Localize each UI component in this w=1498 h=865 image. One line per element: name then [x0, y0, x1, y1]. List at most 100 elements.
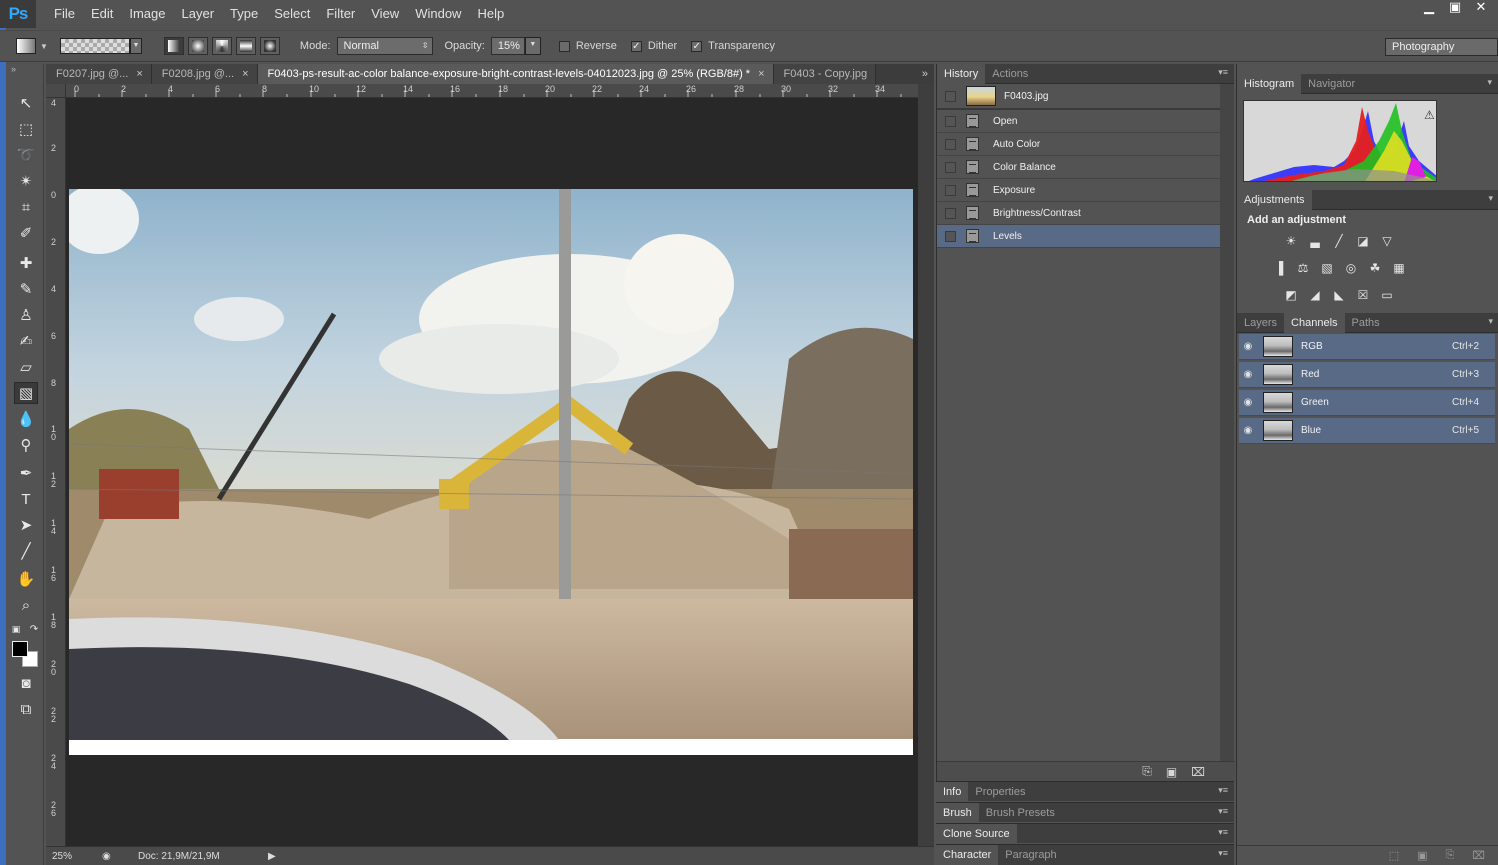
- channel-row-blue[interactable]: ◉ Blue Ctrl+5: [1239, 418, 1495, 444]
- document-image[interactable]: [69, 189, 913, 755]
- new-document-from-state-icon[interactable]: ⎘: [1142, 764, 1152, 779]
- trash-icon[interactable]: ⌧: [1472, 849, 1485, 862]
- eye-icon[interactable]: ◉: [1239, 341, 1257, 352]
- minimize-icon[interactable]: ▁: [1416, 0, 1442, 16]
- history-source-checkbox[interactable]: [945, 207, 956, 219]
- doc-tab-f0403-copy[interactable]: F0403 - Copy.jpg: [773, 64, 877, 84]
- zoom-level[interactable]: 25%: [52, 851, 92, 862]
- eyedropper-icon[interactable]: ✐: [14, 222, 38, 244]
- close-icon[interactable]: ×: [136, 64, 142, 84]
- swap-colors-icon[interactable]: ↷: [28, 618, 40, 640]
- color-balance-icon[interactable]: ⚖: [1295, 261, 1311, 275]
- gradient-tool-icon[interactable]: ▧: [14, 382, 38, 404]
- menu-file[interactable]: File: [46, 0, 83, 28]
- horizontal-ruler[interactable]: 0 2 4 6 8 10 12 14 16 18 20 22 24 26 28 …: [66, 84, 918, 98]
- transparency-option[interactable]: ✓ Transparency: [691, 40, 775, 52]
- hand-tool-icon[interactable]: ✋: [14, 568, 38, 590]
- marquee-tool-icon[interactable]: ⬚: [14, 118, 38, 140]
- healing-brush-icon[interactable]: ✚: [14, 252, 38, 274]
- tab-brush-presets[interactable]: Brush Presets: [979, 803, 1062, 823]
- tab-navigator[interactable]: Navigator: [1301, 74, 1362, 94]
- panel-menu-icon[interactable]: ▾≡: [1218, 785, 1228, 796]
- type-tool-icon[interactable]: T: [14, 488, 38, 510]
- selective-color-icon[interactable]: ☒: [1355, 288, 1371, 302]
- history-scrollbar[interactable]: [1220, 84, 1234, 761]
- history-source-checkbox[interactable]: [945, 138, 956, 150]
- eraser-icon[interactable]: ▱: [14, 356, 38, 378]
- exposure-icon[interactable]: ◪: [1355, 234, 1371, 248]
- zoom-tool-icon[interactable]: ⌕: [14, 594, 38, 616]
- menu-layer[interactable]: Layer: [174, 0, 223, 28]
- photo-filter-icon[interactable]: ◎: [1343, 261, 1359, 275]
- menu-select[interactable]: Select: [266, 0, 318, 28]
- channel-row-rgb[interactable]: ◉ RGB Ctrl+2: [1239, 334, 1495, 360]
- menu-window[interactable]: Window: [407, 0, 469, 28]
- tab-info[interactable]: Info: [936, 781, 969, 802]
- radial-gradient-button[interactable]: [187, 37, 208, 55]
- panel-menu-icon[interactable]: ▾≡: [1218, 827, 1228, 838]
- trash-icon[interactable]: ⌧: [1191, 765, 1205, 779]
- tab-history[interactable]: History: [937, 63, 986, 84]
- dither-option[interactable]: ✓ Dither: [630, 40, 677, 52]
- history-step-selected[interactable]: Levels: [937, 225, 1234, 248]
- pen-tool-icon[interactable]: ✒: [14, 462, 38, 484]
- tab-adjustments[interactable]: Adjustments: [1237, 189, 1312, 210]
- camera-icon[interactable]: ▣: [1166, 765, 1177, 779]
- default-colors-icon[interactable]: ▣: [10, 618, 22, 640]
- linear-gradient-button[interactable]: [163, 37, 184, 55]
- curves-icon[interactable]: ╱: [1331, 234, 1347, 248]
- line-tool-icon[interactable]: ╱: [14, 540, 38, 562]
- quick-mask-icon[interactable]: ◙: [14, 672, 38, 694]
- tab-properties[interactable]: Properties: [968, 782, 1032, 802]
- tool-preset-picker[interactable]: [16, 38, 36, 54]
- clone-stamp-icon[interactable]: ♙: [14, 304, 38, 326]
- menu-image[interactable]: Image: [121, 0, 173, 28]
- panel-menu-icon[interactable]: ▾≡: [1218, 67, 1228, 78]
- history-step[interactable]: Exposure: [937, 179, 1234, 202]
- chevron-down-icon[interactable]: ▼: [524, 37, 541, 55]
- tabs-overflow-icon[interactable]: »: [922, 64, 928, 84]
- transparency-checkbox[interactable]: ✓: [691, 40, 703, 52]
- path-selection-icon[interactable]: ➤: [14, 514, 38, 536]
- dodge-tool-icon[interactable]: ⚲: [14, 434, 38, 456]
- tab-clone-source[interactable]: Clone Source: [936, 823, 1017, 844]
- warning-icon[interactable]: ⚠: [1424, 108, 1435, 122]
- history-source-checkbox[interactable]: [945, 161, 956, 173]
- history-brush-icon[interactable]: ✍: [14, 330, 38, 352]
- diamond-gradient-button[interactable]: [259, 37, 280, 55]
- doc-tab-f0208[interactable]: F0208.jpg @... ×: [151, 64, 258, 84]
- screen-mode-icon[interactable]: ⧉: [14, 698, 38, 720]
- history-step[interactable]: Brightness/Contrast: [937, 202, 1234, 225]
- opacity-input[interactable]: 15%: [490, 37, 525, 55]
- history-snapshot[interactable]: F0403.jpg: [937, 84, 1234, 110]
- history-source-checkbox[interactable]: [945, 115, 956, 127]
- eye-icon[interactable]: ◉: [1239, 425, 1257, 436]
- close-icon[interactable]: ✕: [1468, 0, 1494, 16]
- status-info-icon[interactable]: ◉: [102, 851, 122, 862]
- new-channel-icon[interactable]: ⎘: [1446, 849, 1455, 862]
- channel-row-red[interactable]: ◉ Red Ctrl+3: [1239, 362, 1495, 388]
- reflected-gradient-button[interactable]: [235, 37, 256, 55]
- panel-menu-icon[interactable]: ▾≡: [1218, 806, 1228, 817]
- chevron-down-icon[interactable]: ▼: [129, 38, 142, 54]
- channel-mixer-icon[interactable]: ☘: [1367, 261, 1383, 275]
- brightness-icon[interactable]: ☀: [1283, 234, 1299, 248]
- tab-brush[interactable]: Brush: [936, 802, 979, 823]
- tab-layers[interactable]: Layers: [1237, 313, 1284, 333]
- black-white-icon[interactable]: ▧: [1319, 261, 1335, 275]
- tab-histogram[interactable]: Histogram: [1237, 73, 1302, 94]
- vertical-ruler[interactable]: 4 2 0 2 4 6 8 1 0 1 2 1 4 1 6 1 8 2 0 2 …: [46, 98, 66, 846]
- doc-tab-f0403-result[interactable]: F0403-ps-result-ac-color balance-exposur…: [257, 64, 774, 84]
- vibrance-icon[interactable]: ▽: [1379, 234, 1395, 248]
- tab-channels[interactable]: Channels: [1284, 312, 1345, 333]
- reverse-option[interactable]: Reverse: [558, 40, 617, 52]
- panel-menu-icon[interactable]: ▾: [1488, 193, 1493, 204]
- history-source-checkbox[interactable]: [945, 230, 956, 242]
- color-lookup-icon[interactable]: ▦: [1391, 261, 1407, 275]
- angle-gradient-button[interactable]: [211, 37, 232, 55]
- brush-tool-icon[interactable]: ✎: [14, 278, 38, 300]
- eye-icon[interactable]: ◉: [1239, 397, 1257, 408]
- threshold-icon[interactable]: ◣: [1331, 288, 1347, 302]
- hue-saturation-icon[interactable]: ▐: [1271, 261, 1287, 275]
- tab-paths[interactable]: Paths: [1345, 313, 1387, 333]
